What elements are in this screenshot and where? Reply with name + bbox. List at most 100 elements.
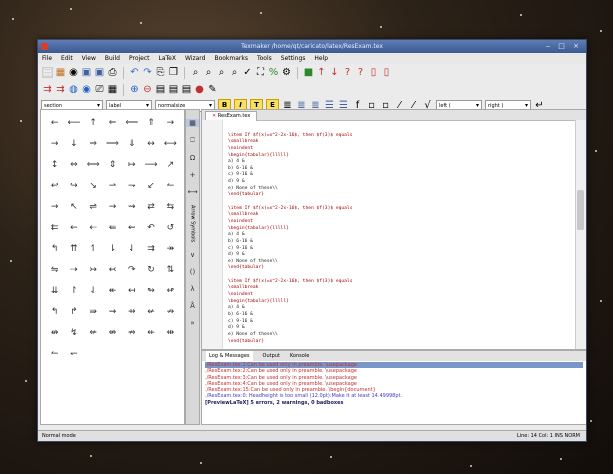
greek-tab-icon[interactable]: Å [186,302,199,310]
arrow-symbol[interactable]: ↖ [64,197,83,218]
window-controls[interactable]: ‒ □ × [546,40,582,53]
arrow-symbol[interactable]: ⟸ [122,113,141,134]
paste-icon[interactable]: ❐ [168,67,179,78]
arrow-symbol[interactable]: ↑ [84,113,103,134]
arrow-symbol[interactable]: ⇓ [122,134,141,155]
arrow-symbol[interactable]: ⇃ [122,239,141,260]
arrow-symbol[interactable]: ↣ [84,260,103,281]
structure-tab-icon[interactable]: ▦ [186,119,199,127]
arrow-symbol[interactable]: ⇀ [103,176,122,197]
spell-icon[interactable]: ✓ [242,67,253,78]
arrow-symbol[interactable]: ⇈ [64,239,83,260]
lambda-tab-icon[interactable]: λ [186,285,199,293]
arrow-symbol[interactable]: ⟺ [84,155,103,176]
arrow-symbol[interactable]: ⇔ [64,155,83,176]
arrow-symbol[interactable]: → [103,197,122,218]
arrow-symbol[interactable]: ⇕ [103,155,122,176]
arrow-symbol[interactable]: ⇹ [161,323,180,344]
arrow-symbol[interactable]: ⇸ [122,302,141,323]
menu-settings[interactable]: Settings [281,55,306,62]
undo-icon[interactable]: ↶ [129,67,140,78]
arrow-symbol[interactable]: ← [64,218,83,239]
stop-icon[interactable]: ▯ [368,67,379,78]
arrow-symbol[interactable]: ↷ [122,260,141,281]
menu-file[interactable]: File [42,55,52,62]
arrow-symbol[interactable]: ↕ [45,155,64,176]
misc-tab-icon[interactable]: ∨ [186,251,199,259]
operator-tab-icon[interactable]: Ω [186,154,199,162]
arrow-up-icon[interactable]: ↑ [316,67,327,78]
arrow-symbol[interactable]: ⇐ [103,113,122,134]
goto-icon[interactable]: ⌕ [229,67,240,78]
arrow-symbol[interactable]: ⇒ [84,134,103,155]
menu-latex[interactable]: LaTeX [159,55,176,62]
close-doc-icon[interactable]: ▯ [381,67,392,78]
arrow-symbol[interactable]: ↫ [161,281,180,302]
scroll-thumb[interactable] [577,190,584,230]
arrow-symbol[interactable]: ⇃ [84,281,103,302]
arrow-symbol[interactable]: ↤ [122,281,141,302]
print-icon[interactable]: ⎙ [107,67,118,78]
arrow-symbol[interactable]: ↰ [45,302,64,323]
arrow-symbol[interactable]: ↮ [45,323,64,344]
arrow-symbol[interactable]: ⇷ [141,323,160,344]
pdflatex-icon[interactable]: ◍ [68,84,79,95]
menu-build[interactable]: Build [105,55,120,62]
arrow-symbol[interactable]: → [45,134,64,155]
arrow-symbol[interactable]: ⇑ [141,113,160,134]
help-icon[interactable]: ? [342,67,353,78]
arrow-symbol[interactable]: ⇌ [84,197,103,218]
plus-tab-icon[interactable]: + [186,171,199,179]
delimiters-tab-icon[interactable]: () [186,268,199,276]
arrow-symbol[interactable]: ↻ [141,260,160,281]
arrow-symbol[interactable]: → [45,197,64,218]
code-area[interactable]: \item If $f(x)=x^2-2x-16$, then $f(3)$ e… [228,126,574,345]
arrow-symbol[interactable]: ↓ [64,134,83,155]
arrow-symbol[interactable]: ↪ [64,176,83,197]
arrow-symbol[interactable]: ↾ [64,281,83,302]
find-next-icon[interactable]: ⌕ [203,67,214,78]
arrow-symbol[interactable]: ← [45,113,64,134]
arrow-symbol[interactable]: ↚ [141,302,160,323]
zoom-out-icon[interactable]: ⊖ [142,84,153,95]
arrow-symbol[interactable]: → [161,113,180,134]
arrow-symbol[interactable]: ↯ [64,323,83,344]
arrow-symbol[interactable]: ⇁ [122,176,141,197]
arrow-symbol[interactable]: ⇄ [141,197,160,218]
prev-error-icon[interactable]: ▤ [181,84,192,95]
arrow-symbol[interactable]: ↶ [141,218,160,239]
arrow-symbol[interactable]: ↼ [161,176,180,197]
arrow-symbol[interactable]: ⇇ [45,218,64,239]
arrow-symbol[interactable]: ⇉ [141,239,160,260]
arrow-symbol[interactable]: ⟷ [161,134,180,155]
bookmark-icon[interactable]: ■ [303,67,314,78]
arrow-symbol[interactable]: ↔ [141,134,160,155]
redo-icon[interactable]: ↷ [142,67,153,78]
tab-konsole[interactable]: Konsole [290,351,309,361]
settings-icon[interactable]: ⚙ [281,67,292,78]
new-icon[interactable]: ▤ [42,67,53,78]
menu-wizard[interactable]: Wizard [185,55,205,62]
menu-bookmarks[interactable]: Bookmarks [214,55,248,62]
arrow-symbol[interactable]: ⟵ [64,113,83,134]
arrow-symbol[interactable]: ⟹ [103,134,122,155]
arrow-symbol[interactable]: ↙ [141,176,160,197]
arrow-symbol[interactable]: ⇊ [45,281,64,302]
arrow-symbol[interactable]: ↰ [45,239,64,260]
arrow-symbol[interactable]: ↺ [161,218,180,239]
arrow-symbol[interactable]: ⇜ [122,218,141,239]
arrow-symbol[interactable]: ↿ [84,239,103,260]
help-icon-2[interactable]: ? [355,67,366,78]
arrow-symbol[interactable]: ⇚ [103,218,122,239]
comment-icon[interactable]: % [268,67,279,78]
arrow-symbol[interactable]: ↬ [141,281,160,302]
arrow-symbol[interactable]: ⇅ [161,260,180,281]
menu-view[interactable]: View [82,55,96,62]
arrow-symbol[interactable]: ⟶ [141,155,160,176]
arrow-symbols-label[interactable]: Arrow Symbols [190,205,196,242]
clean-icon[interactable]: ✎ [207,84,218,95]
arrow-symbol[interactable]: ↛ [161,302,180,323]
arrow-symbol[interactable]: ⇢ [64,260,83,281]
arrow-symbol[interactable]: ⇝ [122,197,141,218]
save-icon[interactable]: ▣ [81,67,92,78]
